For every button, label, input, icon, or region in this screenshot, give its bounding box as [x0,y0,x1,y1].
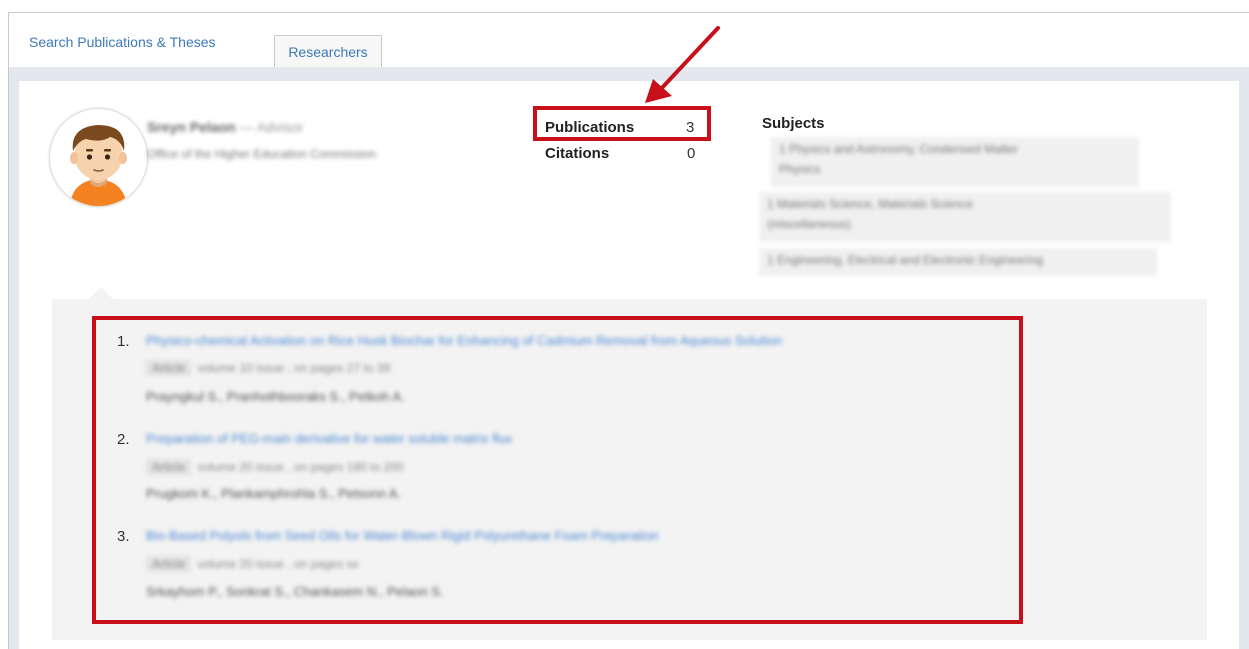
annotation-arrow-icon [645,26,720,103]
page-frame: Search Publications & Theses Researchers [0,0,1249,649]
